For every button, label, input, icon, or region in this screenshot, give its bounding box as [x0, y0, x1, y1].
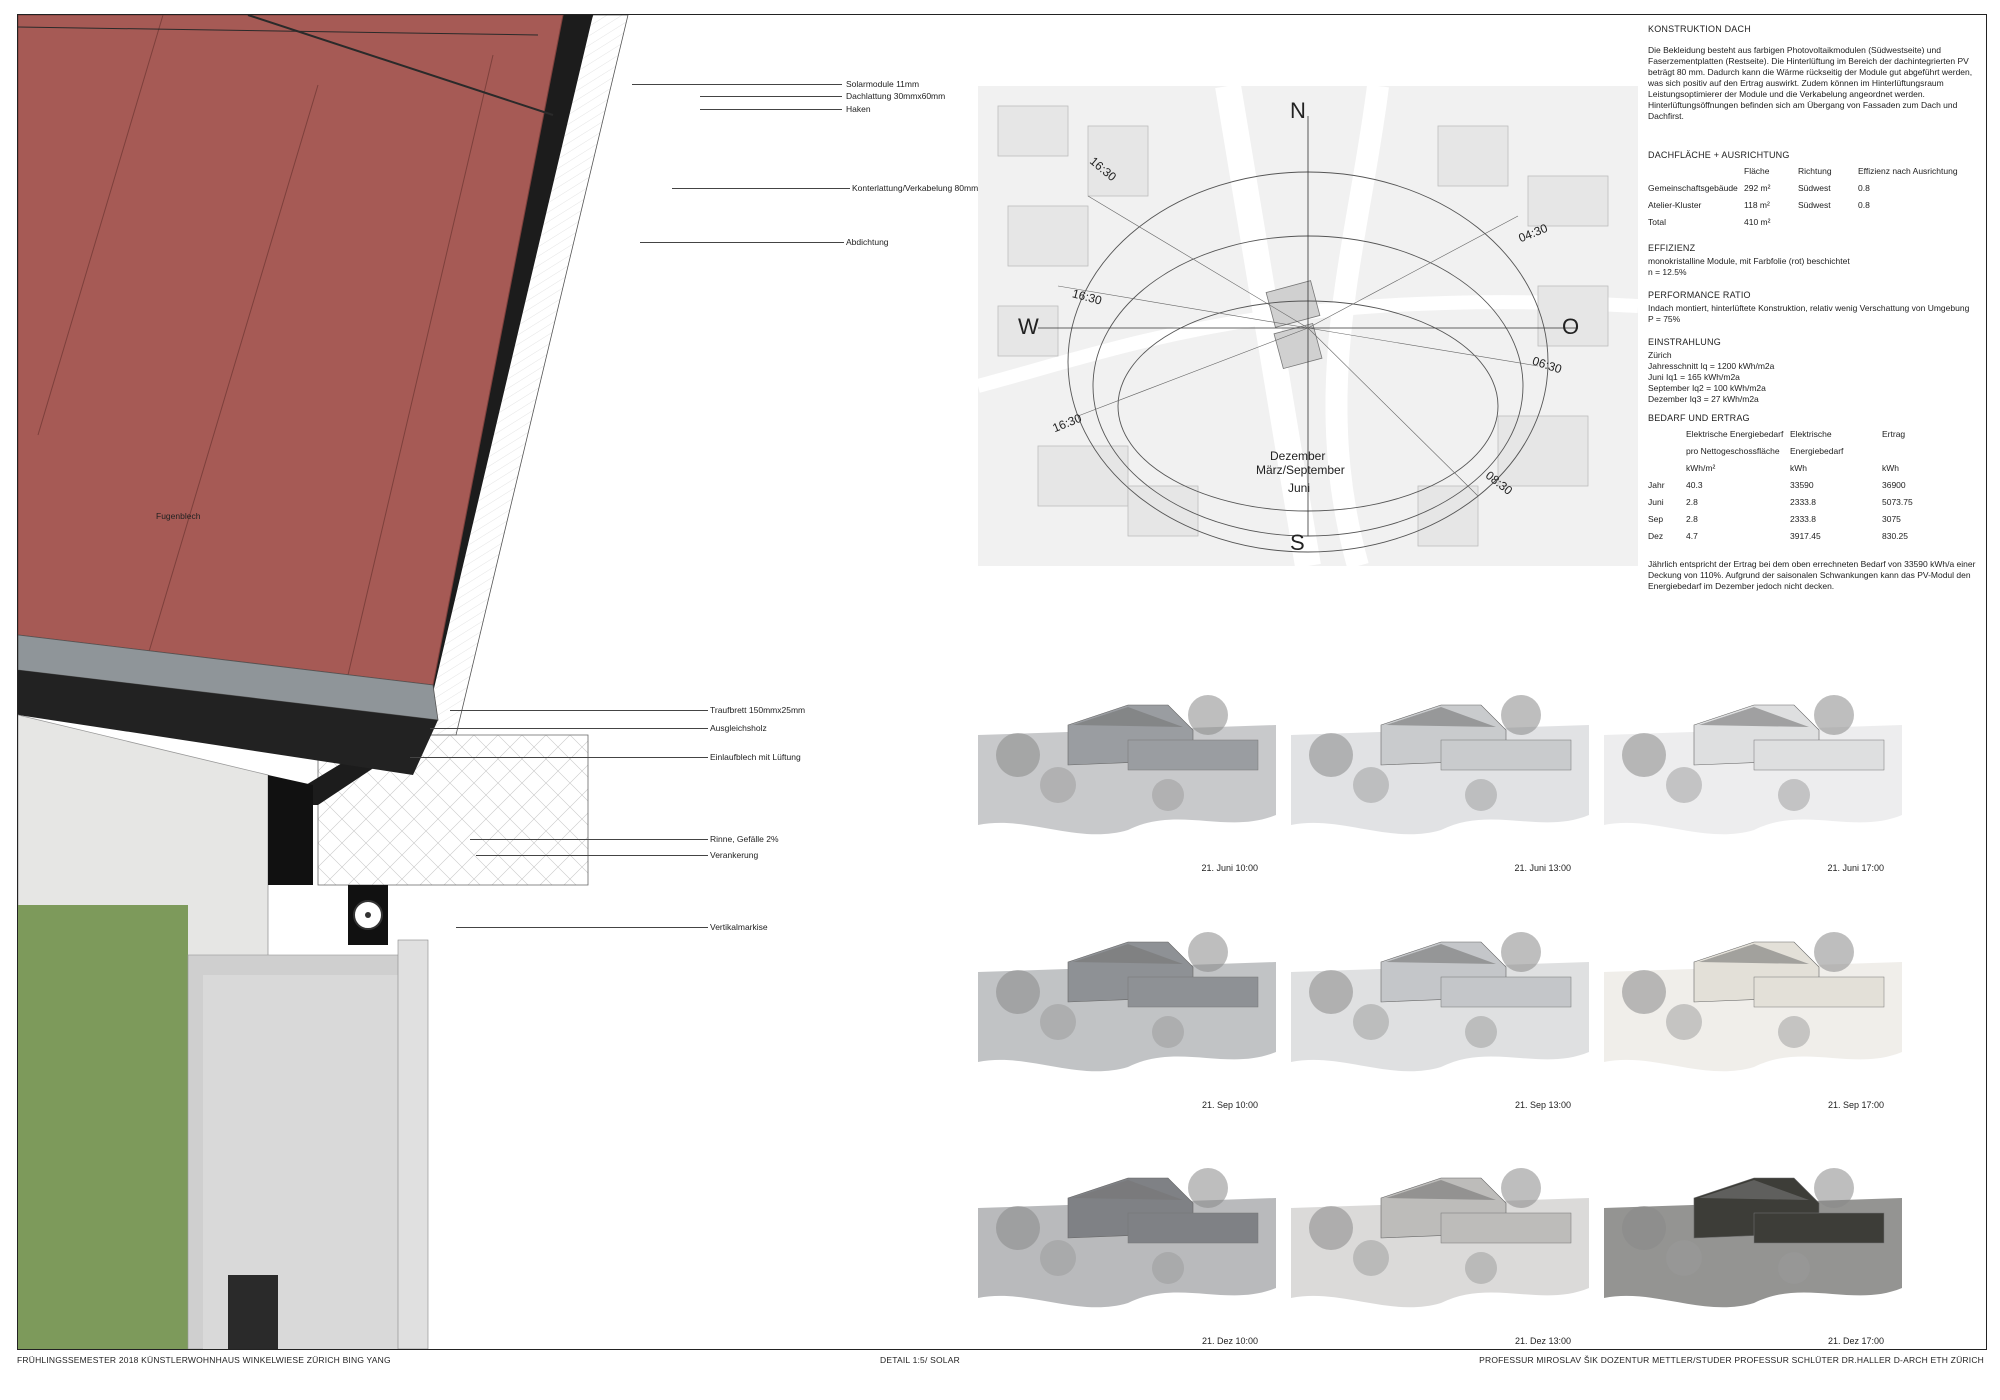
rendering-caption: 21. Dez 17:00 [1827, 1336, 1884, 1346]
performance-line-2: P = 75% [1648, 314, 1681, 324]
shadow-study-rendering [1291, 1168, 1589, 1318]
shadow-study-rendering [1604, 932, 1902, 1082]
label-rinne: Rinne, Gefälle 2% [710, 834, 779, 844]
einstrahlung-line: September Iq2 = 100 kWh/m2a [1648, 383, 1766, 393]
einstrahlung-line: Zürich [1648, 350, 1672, 360]
dach-table: Fläche Richtung Effizienz nach Ausrichtun… [1648, 163, 1958, 231]
rendering-image [978, 695, 1276, 835]
table-row: Dez 4.7 3917.45 830.25 [1648, 531, 1908, 541]
rendering-image [1604, 695, 1902, 835]
compass-west: W [1018, 314, 1039, 339]
shadow-study-rendering [1291, 695, 1589, 845]
table-row: Sep 2.8 2333.8 3075 [1648, 514, 1901, 524]
table-row: pro Nettogeschossfläche Energiebedarf [1686, 446, 1844, 456]
shadow-study-rendering [978, 695, 1276, 845]
label-fugenblech: Fugenblech [156, 511, 201, 521]
roof-detail-drawing [18, 15, 629, 1349]
table-row: Fläche Richtung Effizienz nach Ausrichtun… [1744, 166, 1958, 176]
rendering-caption: 21. Sep 13:00 [1514, 1100, 1571, 1110]
einstrahlung-title: EINSTRAHLUNG [1648, 337, 1721, 347]
compass-east: O [1562, 314, 1580, 339]
shadow-study-rendering [1604, 695, 1902, 845]
info-panel: KONSTRUKTION DACH Die Bekleidung besteht… [1648, 24, 1984, 592]
label-dachlattung: Dachlattung 30mmx60mm [846, 91, 946, 101]
rendering-image [1604, 1168, 1902, 1308]
performance-line-1: Indach montiert, hinterlüftete Konstrukt… [1648, 303, 1970, 313]
table-row: Juni 2.8 2333.8 5073.75 [1648, 497, 1913, 507]
label-konterlattung: Konterlattung/Verkabelung 80mm [852, 183, 979, 193]
month-label-dezember: Dezember [1270, 449, 1326, 463]
table-row: Elektrische Energiebedarf Elektrische Ert… [1686, 429, 1906, 439]
rendering-caption: 21. Sep 10:00 [1201, 1100, 1258, 1110]
label-vertikalmarkise: Vertikalmarkise [710, 922, 768, 932]
shadow-study-rendering [978, 1168, 1276, 1318]
footer-right: PROFESSUR MIROSLAV ŠIK DOZENTUR METTLER/… [1479, 1355, 1984, 1365]
rendering-image [1291, 1168, 1589, 1308]
bedarf-table: Elektrische Energiebedarf Elektrische Ert… [1648, 426, 1913, 545]
rendering-image [978, 932, 1276, 1072]
konstruktion-text: Die Bekleidung besteht aus farbigen Phot… [1648, 45, 1973, 121]
conclusion-text: Jährlich entspricht der Ertrag bei dem o… [1648, 559, 1976, 591]
rendering-image [1291, 932, 1589, 1072]
table-row: Atelier-Kluster 118 m² Südwest 0.8 [1648, 200, 1870, 210]
month-label-maerz-september: März/September [1256, 463, 1345, 477]
einstrahlung-line: Jahresschnitt Iq = 1200 kWh/m2a [1648, 361, 1775, 371]
rendering-image [978, 1168, 1276, 1308]
shadow-study-rendering [978, 932, 1276, 1082]
footer-left: FRÜHLINGSSEMESTER 2018 KÜNSTLERWOHNHAUS … [17, 1355, 391, 1365]
einstrahlung-line: Juni Iq1 = 165 kWh/m2a [1648, 372, 1740, 382]
compass-south: S [1290, 530, 1305, 555]
table-row: Jahr 40.3 33590 36900 [1648, 480, 1906, 490]
label-verankerung: Verankerung [710, 850, 759, 860]
einstrahlung-line: Dezember Iq3 = 27 kWh/m2a [1648, 394, 1759, 404]
table-row: kWh/m² kWh kWh [1686, 463, 1899, 473]
label-einlaufblech: Einlaufblech mit Lüftung [710, 752, 801, 762]
rendering-caption: 21. Sep 17:00 [1827, 1100, 1884, 1110]
table-row: Total 410 m² [1648, 217, 1771, 227]
label-haken: Haken [846, 104, 871, 114]
shadow-study-rendering [1291, 932, 1589, 1082]
footer-center: DETAIL 1:5/ SOLAR [880, 1355, 960, 1365]
label-solarmodule: Solarmodule 11mm [846, 79, 920, 89]
label-abdichtung: Abdichtung [846, 237, 889, 247]
label-ausgleichsholz: Ausgleichsholz [710, 723, 767, 733]
table-row: Gemeinschaftsgebäude 292 m² Südwest 0.8 [1648, 183, 1870, 193]
label-traufbrett: Traufbrett 150mmx25mm [710, 705, 806, 715]
effizienz-title: EFFIZIENZ [1648, 243, 1696, 253]
effizienz-line-1: monokristalline Module, mit Farbfolie (r… [1648, 256, 1850, 266]
effizienz-line-2: n = 12.5% [1648, 267, 1687, 277]
konstruktion-title: KONSTRUKTION DACH [1648, 24, 1751, 34]
rendering-caption: 21. Juni 13:00 [1514, 863, 1571, 873]
rendering-image [1291, 695, 1589, 835]
month-label-juni: Juni [1288, 481, 1311, 495]
bedarf-title: BEDARF UND ERTRAG [1648, 413, 1750, 423]
rendering-caption: 21. Juni 17:00 [1827, 863, 1884, 873]
rendering-caption: 21. Dez 10:00 [1201, 1336, 1258, 1346]
rendering-image [1604, 932, 1902, 1072]
rendering-caption: 21. Dez 13:00 [1514, 1336, 1571, 1346]
compass-north: N [1290, 98, 1306, 123]
performance-title: PERFORMANCE RATIO [1648, 290, 1751, 300]
rendering-caption: 21. Juni 10:00 [1201, 863, 1258, 873]
shadow-study-rendering [1604, 1168, 1902, 1318]
dach-title: DACHFLÄCHE + AUSRICHTUNG [1648, 150, 1790, 160]
